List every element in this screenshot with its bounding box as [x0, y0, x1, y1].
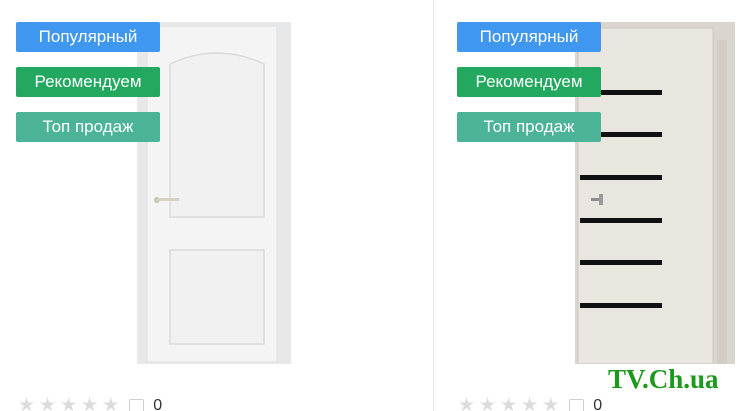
star-icon[interactable]: ★ [479, 396, 496, 411]
door-handle-rose [599, 194, 603, 205]
badge-popular: Популярный [457, 22, 601, 52]
door-handle-lever [157, 198, 179, 201]
star-icon[interactable]: ★ [102, 396, 119, 411]
badge-list: Популярный Рекомендуем Топ продаж [457, 22, 601, 157]
badge-list: Популярный Рекомендуем Топ продаж [16, 22, 160, 157]
door-casing [717, 40, 727, 364]
star-icon[interactable]: ★ [39, 396, 56, 411]
product-image-white-door[interactable] [137, 22, 291, 364]
product-card[interactable]: Популярный Рекомендуем Топ продаж ★ ★ ★ … [434, 0, 753, 411]
badge-popular: Популярный [16, 22, 160, 52]
upper-panel [169, 52, 265, 218]
rating-row: ★ ★ ★ ★ ★ 0 [18, 396, 163, 411]
badge-top-sales: Топ продаж [16, 112, 160, 142]
star-icon[interactable]: ★ [500, 396, 517, 411]
compare-count: 0 [153, 397, 163, 411]
star-icon[interactable]: ★ [542, 396, 559, 411]
glass-strip [580, 218, 662, 223]
compare-count: 0 [593, 397, 603, 411]
badge-top-sales: Топ продаж [457, 112, 601, 142]
product-card[interactable]: Популярный Рекомендуем Топ продаж ★ ★ ★ … [0, 0, 433, 411]
star-icon[interactable]: ★ [60, 396, 77, 411]
compare-checkbox[interactable] [129, 398, 145, 411]
watermark: TV.Ch.ua [608, 364, 719, 394]
star-icon[interactable]: ★ [458, 396, 475, 411]
star-icon[interactable]: ★ [18, 396, 35, 411]
glass-strip [580, 303, 662, 308]
badge-recommend: Рекомендуем [16, 67, 160, 97]
compare-checkbox[interactable] [569, 398, 585, 411]
glass-strip [580, 175, 662, 180]
badge-recommend: Рекомендуем [457, 67, 601, 97]
rating-row: ★ ★ ★ ★ ★ 0 [458, 396, 603, 411]
glass-strip [580, 260, 662, 265]
lower-panel [169, 249, 265, 345]
star-icon[interactable]: ★ [81, 396, 98, 411]
star-icon[interactable]: ★ [521, 396, 538, 411]
